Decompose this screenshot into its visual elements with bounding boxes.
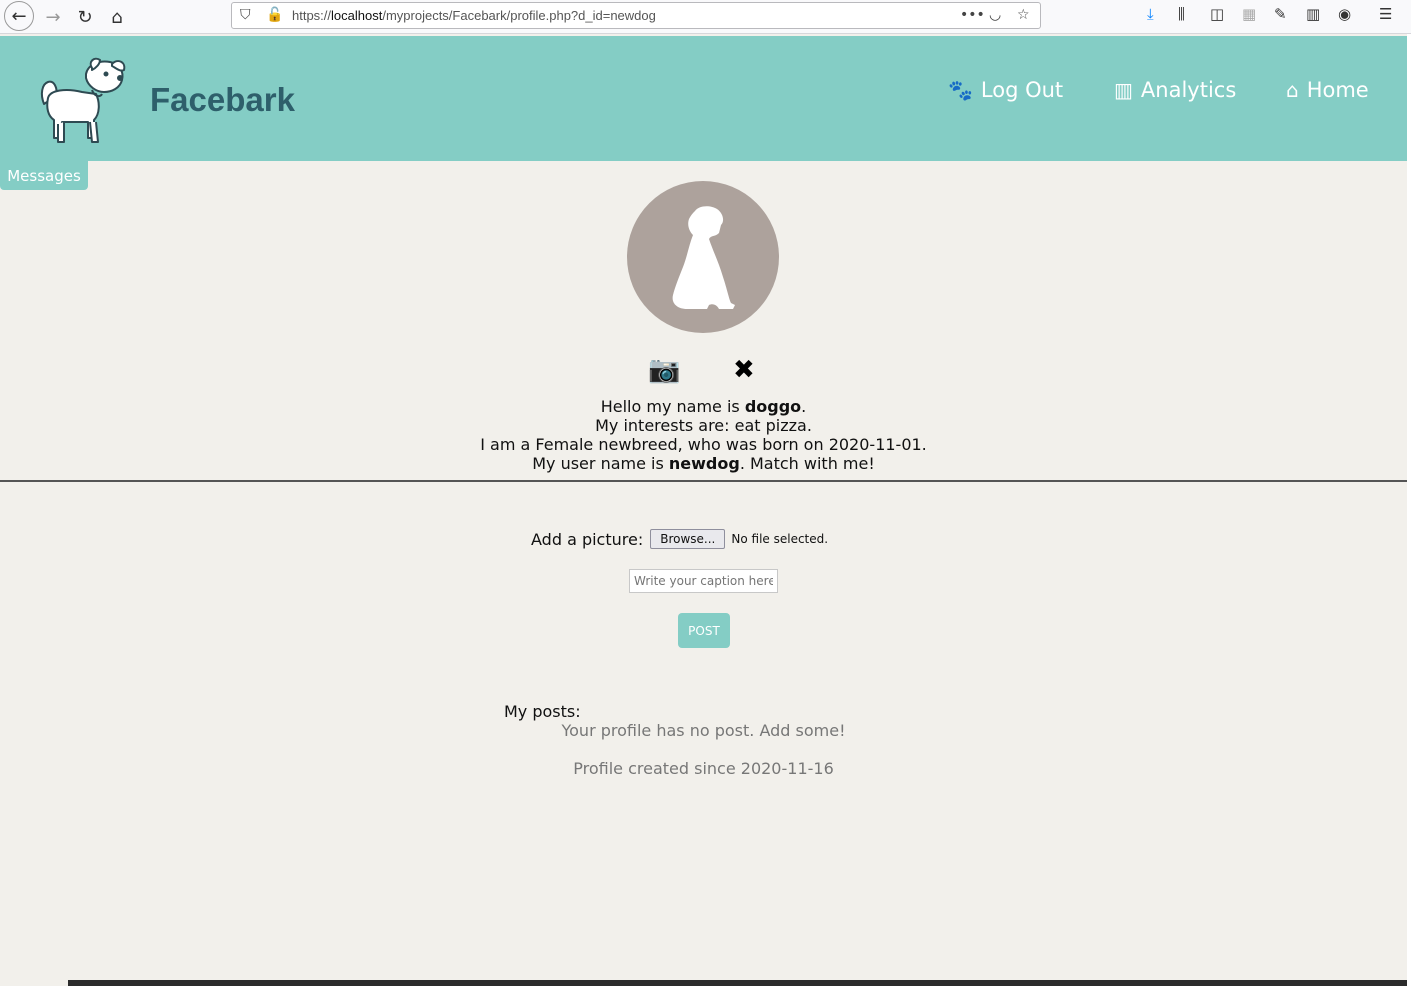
site-header: Facebark 🐾 Log Out ▥ Analytics ⌂ Home	[0, 36, 1407, 161]
taskbar-strip	[68, 980, 1407, 986]
sidebar-icon[interactable]: ◫	[1210, 5, 1224, 23]
paw-icon: 🐾	[948, 78, 973, 102]
section-divider	[0, 480, 1407, 482]
library-icon[interactable]: ⫼	[1178, 5, 1185, 23]
nav-analytics[interactable]: ▥ Analytics	[1114, 78, 1236, 102]
add-picture-label: Add a picture:	[531, 529, 644, 549]
add-picture-row: Add a picture: Browse... No file selecte…	[531, 529, 828, 549]
profile-created-text: Profile created since 2020-11-16	[573, 759, 834, 778]
forward-button[interactable]: →	[40, 4, 66, 30]
nav-home[interactable]: ⌂ Home	[1286, 78, 1369, 102]
nav-analytics-label: Analytics	[1140, 78, 1237, 102]
house-icon: ⌂	[111, 6, 123, 28]
url-text: https://localhost/myprojects/Facebark/pr…	[292, 8, 656, 23]
caption-input[interactable]	[629, 569, 778, 593]
home-browser-button[interactable]: ⌂	[104, 4, 130, 30]
bio-line-username: My user name is newdog. Match with me!	[532, 454, 875, 473]
dog-logo-icon[interactable]	[34, 54, 128, 146]
home-icon: ⌂	[1286, 78, 1299, 102]
arrow-right-icon: →	[45, 6, 61, 28]
download-icon[interactable]: ⤓	[1147, 5, 1154, 23]
ruler-icon[interactable]: ▥	[1306, 5, 1320, 23]
no-posts-text: Your profile has no post. Add some!	[561, 721, 846, 740]
window-edge	[1407, 34, 1411, 986]
nav-home-label: Home	[1306, 78, 1369, 102]
my-posts-label: My posts:	[504, 702, 581, 721]
browser-toolbar: ← → ↻ ⌂ ⛉ 🔓 https://localhost/myprojects…	[0, 0, 1411, 34]
shield-icon: ⛉	[240, 7, 251, 23]
back-button[interactable]: ←	[4, 1, 34, 31]
bio-line-name: Hello my name is doggo.	[600, 397, 807, 416]
pocket-icon[interactable]: ◡	[989, 7, 1001, 23]
bio-line-breed: I am a Female newbreed, who was born on …	[480, 435, 927, 454]
star-icon[interactable]: ☆	[1017, 7, 1030, 23]
account-icon[interactable]: ◉	[1338, 5, 1351, 23]
reload-button[interactable]: ↻	[72, 4, 98, 30]
eyedropper-icon[interactable]: ✎	[1274, 5, 1287, 23]
bio-line-interests: My interests are: eat pizza.	[595, 416, 812, 435]
camera-icon[interactable]: 📷	[648, 355, 680, 385]
brand-title[interactable]: Facebark	[150, 81, 295, 119]
extension-icon[interactable]: ▦	[1242, 5, 1256, 23]
dog-silhouette-icon	[672, 206, 735, 309]
dog-name: doggo	[744, 397, 802, 416]
profile-avatar	[627, 181, 779, 333]
reload-icon: ↻	[77, 6, 93, 28]
messages-tab[interactable]: Messages	[0, 161, 88, 190]
menu-icon[interactable]: ☰	[1379, 5, 1392, 23]
post-button[interactable]: POST	[678, 613, 730, 648]
delete-icon[interactable]: ✖	[733, 355, 755, 385]
more-icon[interactable]: •••	[960, 7, 985, 23]
nav-logout[interactable]: 🐾 Log Out	[948, 78, 1063, 102]
arrow-left-icon: ←	[11, 5, 27, 27]
no-file-text: No file selected.	[731, 532, 829, 546]
nav-logout-label: Log Out	[980, 78, 1064, 102]
lock-warning-icon: 🔓	[266, 7, 284, 23]
browse-button[interactable]: Browse...	[650, 529, 726, 549]
username: newdog	[668, 454, 740, 473]
analytics-icon: ▥	[1114, 78, 1133, 102]
address-bar[interactable]: ⛉ 🔓 https://localhost/myprojects/Facebar…	[231, 2, 1041, 29]
profile-bio: Hello my name is doggo. My interests are…	[0, 397, 1407, 473]
